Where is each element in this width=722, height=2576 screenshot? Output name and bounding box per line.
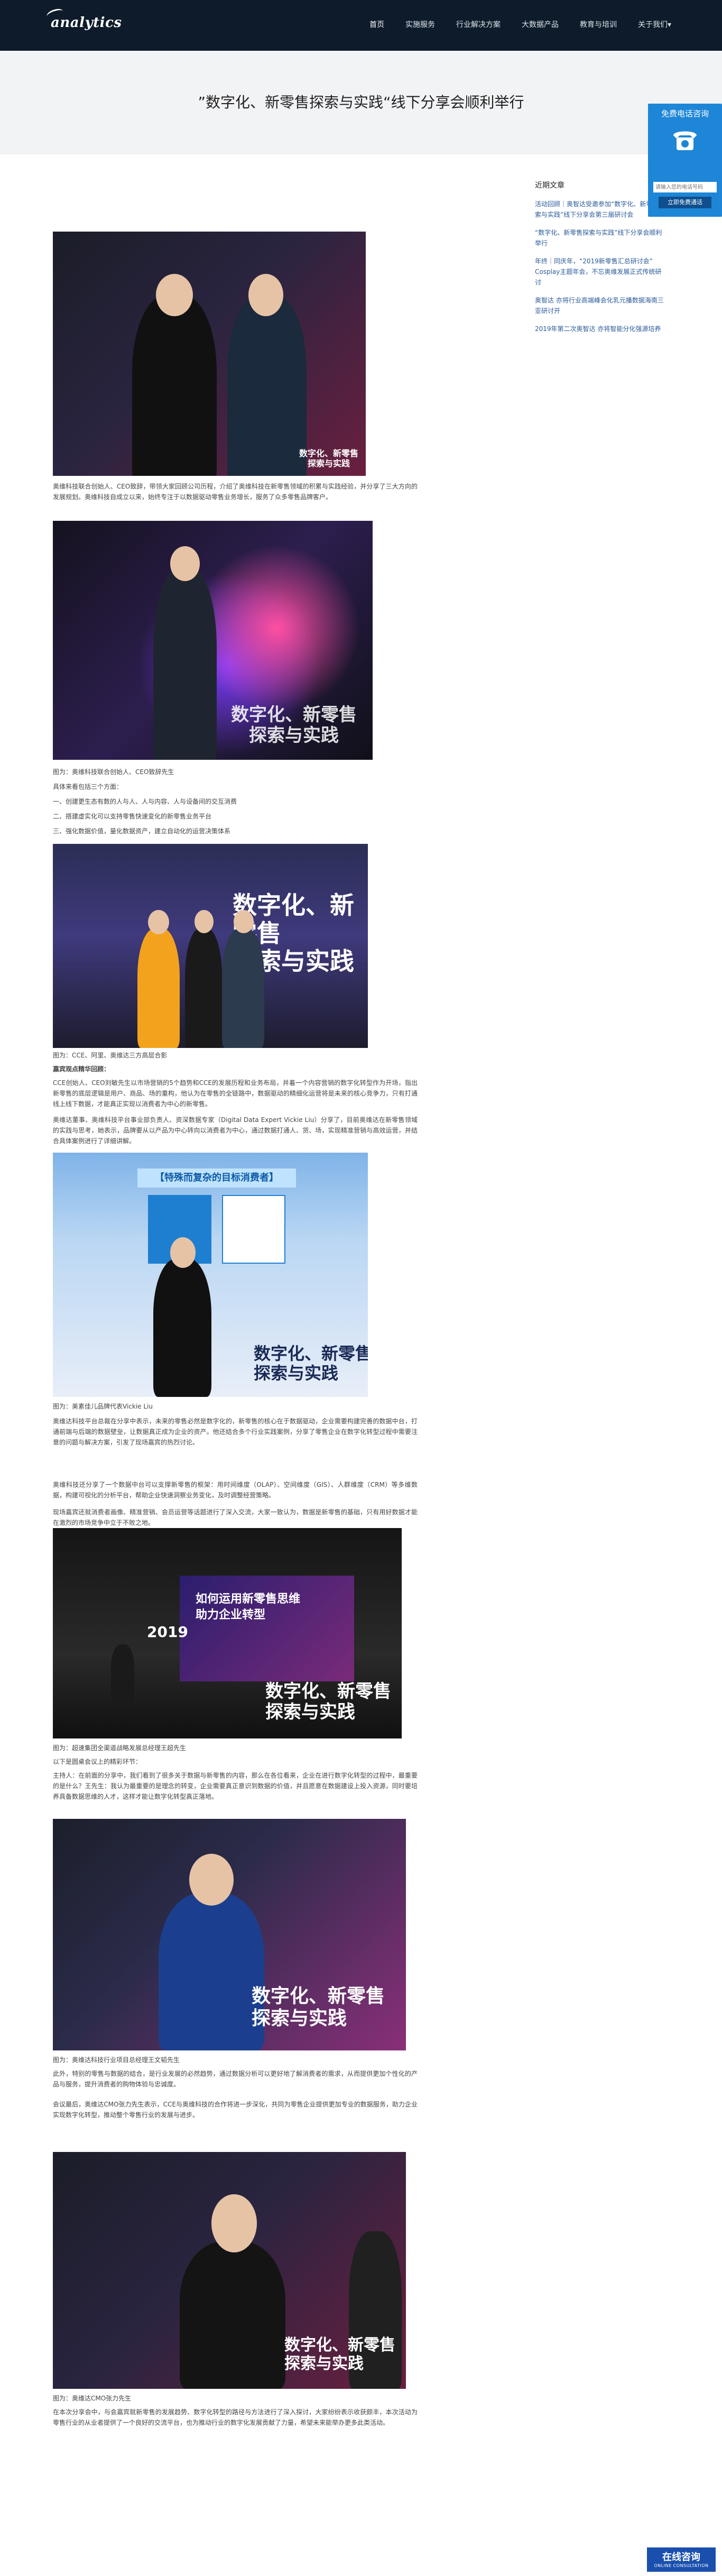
photo-watermark: 数字化、新零售 探索与实践 [284,2336,395,2373]
photo-watermark: 数字化、新零售 探索与实践 [231,704,357,746]
person-figure [159,1893,264,2050]
person-head [195,910,214,933]
person-head [148,910,169,934]
online-consult-subtitle: ONLINE CONSULTATION [654,2563,709,2568]
person-figure [137,928,180,1048]
person-head [170,546,200,581]
list-item: 二、搭建虚实化可以支持零售快速变化的新零售业务平台 [53,813,212,820]
top-navigation-bar: analytics 首页 实施服务 行业解决方案 大数据产品 教育与培训 关于我… [0,0,722,51]
screen-title: 如何运用新零售思维 助力企业转型 [196,1591,300,1623]
paragraph: 奥维科技还分享了一个数据中台可以支撑新零售的框架：用时间维度（OLAP）、空间维… [53,1481,418,1499]
list-item: 一、创建更生态有数的人与人、人与内容、人与设备间的交互消费 [53,798,237,805]
phone-number-input[interactable] [653,182,717,192]
nav-solutions[interactable]: 行业解决方案 [456,19,501,30]
free-call-widget: 免费电话咨询 立即免费通话 [648,104,722,217]
year-sign: 2019 [147,1623,188,1641]
site-logo[interactable]: analytics [45,7,122,31]
person-head [156,274,193,316]
nav-about[interactable]: 关于我们▾ [638,19,671,30]
online-consult-title: 在线咨询 [662,2552,700,2563]
person-head [189,1854,234,1906]
sidebar-heading: 近期文章 [535,181,564,190]
free-call-button[interactable]: 立即免费通话 [659,197,711,208]
screen-board: 【特殊而复杂的目标消费者】 [137,1169,296,1188]
person-head [248,274,283,316]
sidebar-post-link[interactable]: 年终｜同庆年，“2019新零售汇总研讨会” Cosplay主题年会，不忘奥维发展… [535,256,667,288]
photo-caption: 图为：奥维达科技行业项目总经理王文韬先生 [53,2056,180,2064]
nav-home[interactable]: 首页 [369,19,384,30]
photo-caption: 图为：奥维达CMO张力先生 [53,2395,132,2402]
sidebar-post-link[interactable]: “数字化、新零售探索与实践”线下分享会顺利举行 [535,227,667,249]
person-figure [222,928,264,1048]
photo-guests-seated: 数字化、新零售 探索与实践 [53,232,366,476]
photo-watermark: 数字化、新零售 探索与实践 [265,1680,391,1723]
person-figure [153,568,217,760]
person-figure [111,1644,134,1703]
logo-text: analytics [51,15,122,31]
person-figure [185,928,222,1048]
paragraph: 奥维科技联合创始人、CEO致辞，带领大家回顾公司历程，介绍了奥维科技在新零售领域… [53,483,418,501]
photo-watermark: 数字化、新零售 探索与实践 [299,448,358,468]
person-figure [153,1258,211,1397]
call-widget-title: 免费电话咨询 [661,109,709,118]
paragraph: 会议最后，奥维达CMO张力先生表示，CCE与奥维科技的合作将进一步深化，共同为零… [53,2101,418,2119]
photo-ceo-speaking: 数字化、新零售 探索与实践 [53,521,373,760]
telephone-icon [673,131,697,150]
paragraph: 此外，特别的零售与数据的结合，是行业发展的必然趋势，通过数据分析可以更好地了解消… [53,2070,418,2088]
photo-caption: 图为：CCE、阿里、奥维达三方高层合影 [53,1052,168,1059]
paragraph: 奥维达科技平台总裁在分享中表示，未来的零售必然是数字化的，新零售的核心在于数据驱… [53,1418,418,1446]
screen-title-line: 如何运用新零售思维 [196,1593,301,1606]
photo-speaker-2019: 如何运用新零售思维 助力企业转型 2019 数字化、新零售 探索与实践 [53,1528,402,1738]
sidebar: 近期文章 活动回顾｜奥智达受邀参加“数字化、新零售探索与实践”线下分享会第三届研… [535,180,667,342]
nav-services[interactable]: 实施服务 [405,19,435,30]
person-head [211,2194,257,2252]
photo-caption: 图为：美素佳儿品牌代表Vickie Liu [53,1403,153,1410]
main-nav: 首页 实施服务 行业解决方案 大数据产品 教育与培训 关于我们▾ [369,19,671,30]
photo-caption: 图为：超速集团全渠道战略发展总经理王超先生 [53,1744,187,1752]
photo-speaker-at-screen: 【特殊而复杂的目标消费者】 数字化、新零售 探索与实践 [53,1153,368,1397]
person-figure [132,295,217,476]
nav-products[interactable]: 大数据产品 [522,19,559,30]
paragraph: 奥维达董事、奥维科技平台事业部负责人、资深数据专家（Digital Data E… [53,1116,418,1145]
list-lead: 具体来看包括三个方面： [53,783,123,790]
paragraph: 现场嘉宾还就消费者画像、精准营销、会员运营等话题进行了深入交流，大家一致认为，数… [53,1508,418,1526]
photo-speaker-blue-sweater: 数字化、新零售 探索与实践 [53,1819,406,2050]
photo-cmo-speaking: 数字化、新零售 探索与实践 [53,2152,406,2389]
paragraph: CCE创始人、CEO刘敏先生以市场营销的5个趋势和CCE的发展历程和业务布局，并… [53,1079,418,1108]
person-head [170,1237,196,1268]
paragraph: 在本次分享会中，与会嘉宾就新零售的发展趋势、数字化转型的路径与方法进行了深入探讨… [53,2408,418,2426]
person-head [234,910,254,933]
photo-watermark: 数字化、新零售 探索与实践 [251,1985,385,2029]
photo-caption: 图为：奥维科技联合创始人、CEO致辞先生 [53,768,174,776]
sidebar-post-link[interactable]: 2019年第二次奥智达 亦将智能分化强源培养 [535,324,667,334]
qa-paragraph: 主持人：在前面的分享中，我们看到了很多关于数据与新零售的内容，那么在各位看来，企… [53,1772,418,1800]
section-lead: 以下是圆桌会议上的精彩环节： [53,1758,142,1765]
screen-panel [222,1195,285,1264]
sidebar-post-link[interactable]: 奥智达 亦将行业高端峰会化乳元播数据海南三亚研讨开 [535,295,667,316]
person-figure [180,2242,285,2389]
photo-watermark: 数字化、新零售 探索与实践 [254,1344,368,1384]
online-consult-button[interactable]: 在线咨询 ONLINE CONSULTATION [647,2547,716,2572]
sidebar-post-link[interactable]: 活动回顾｜奥智达受邀参加“数字化、新零售探索与实践”线下分享会第三届研讨会 [535,199,667,220]
page-title: ”数字化、新零售探索与实践“线下分享会顺利举行 [198,94,524,111]
screen-title-line: 助力企业转型 [196,1608,266,1622]
person-figure [227,295,307,476]
section-lead: 嘉宾观点精华回顾： [53,1065,110,1073]
photo-group-on-stage: 数字化、新零售 探索与实践 [53,844,368,1048]
nav-training[interactable]: 教育与培训 [580,19,617,30]
list-item: 三、强化数据价值，量化数据资产，建立自动化的运营决策体系 [53,827,231,835]
